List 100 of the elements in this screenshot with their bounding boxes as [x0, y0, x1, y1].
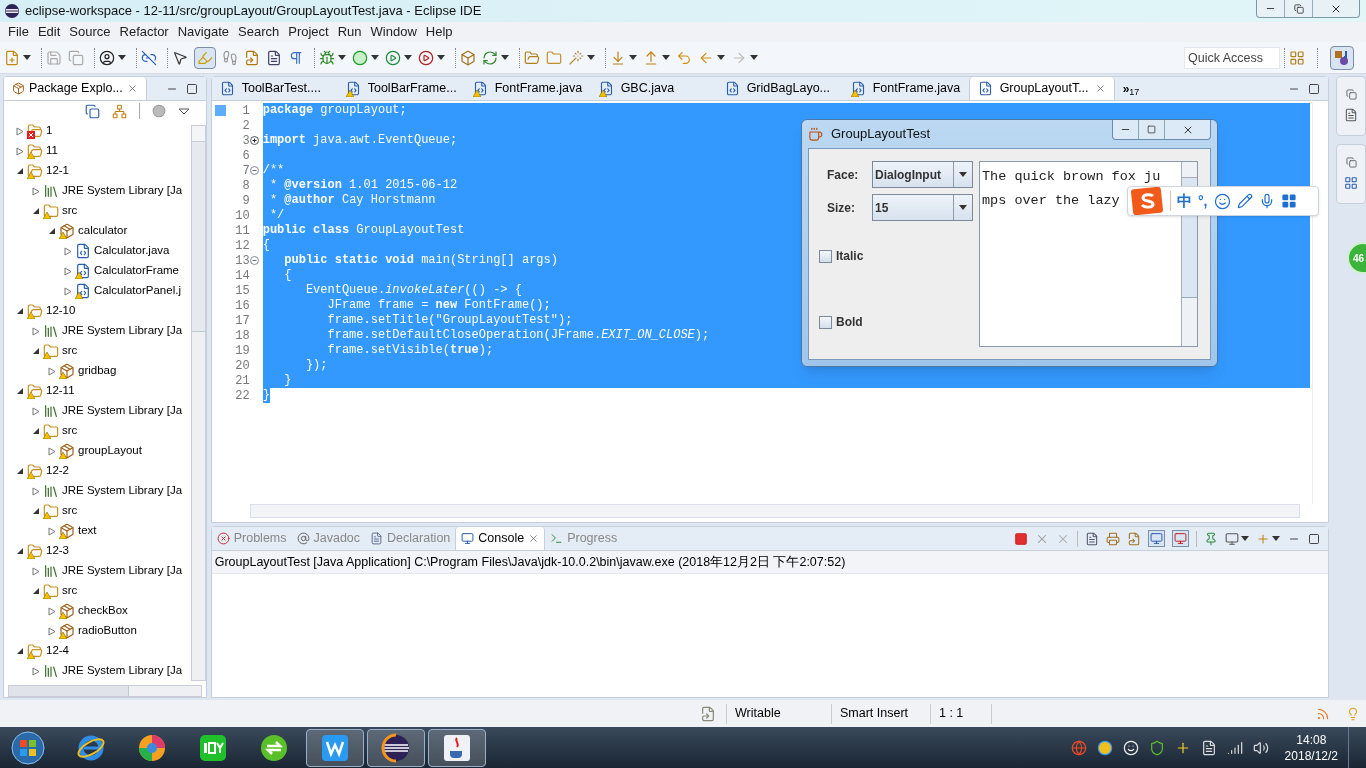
editor-tab[interactable]: GridBagLayo... — [716, 77, 843, 100]
tree-item[interactable]: text — [78, 522, 97, 540]
collapse-triangle-icon[interactable] — [32, 587, 40, 595]
expand-triangle-icon[interactable] — [32, 666, 40, 676]
dropdown-caret-icon[interactable] — [587, 55, 595, 60]
dropdown-caret-icon[interactable] — [629, 55, 637, 60]
editor-tab[interactable]: ToolBarTest.... — [211, 77, 338, 100]
restore-icon[interactable] — [1345, 157, 1357, 168]
view-tab[interactable]: Console — [455, 527, 546, 550]
dropdown-caret-icon[interactable] — [750, 55, 758, 60]
collapse-triangle-icon[interactable] — [16, 387, 24, 395]
user-icon[interactable] — [99, 49, 115, 66]
expand-triangle-icon[interactable] — [48, 606, 56, 616]
tree-item[interactable]: src — [62, 422, 78, 440]
editor-tab[interactable]: ToolBarFrame... — [337, 77, 465, 100]
expand-triangle-icon[interactable] — [64, 266, 72, 276]
tree-item[interactable]: CalculatorPanel.j — [94, 282, 181, 300]
menu-item[interactable]: Edit — [33, 22, 65, 42]
volume-icon[interactable] — [1252, 739, 1269, 756]
expand-triangle-icon[interactable] — [32, 326, 40, 336]
taskbar-app-button[interactable] — [306, 728, 364, 767]
undo-icon[interactable] — [676, 49, 692, 66]
show-error-button[interactable] — [1172, 530, 1190, 547]
pointer-icon[interactable] — [172, 49, 188, 66]
folder-icon[interactable] — [524, 49, 540, 66]
collapse-triangle-icon[interactable] — [16, 467, 24, 475]
menu-item[interactable]: Project — [284, 22, 333, 42]
expand-fold-icon[interactable] — [250, 136, 260, 145]
play-icon[interactable] — [385, 49, 401, 66]
dropdown-caret-icon[interactable] — [338, 55, 346, 60]
display-console-icon[interactable] — [1225, 531, 1240, 546]
open-perspective-icon[interactable] — [1289, 49, 1305, 66]
tree-item[interactable]: 1 — [46, 122, 53, 140]
menu-item[interactable]: Navigate — [173, 22, 233, 42]
expand-triangle-icon[interactable] — [64, 246, 72, 256]
network-icon[interactable] — [1226, 739, 1243, 756]
expand-triangle-icon[interactable] — [48, 626, 56, 636]
dropdown-caret-icon[interactable] — [959, 205, 967, 210]
taskbar-app-button[interactable] — [428, 728, 486, 767]
menu-item[interactable]: Help — [421, 22, 457, 42]
maximize-icon[interactable] — [1308, 82, 1321, 95]
taskbar-app-button[interactable] — [367, 728, 425, 767]
more-tabs-indicator[interactable]: »$_{17}$ — [1122, 79, 1140, 98]
dropdown-caret-icon[interactable] — [23, 55, 31, 60]
java-perspective-button[interactable] — [1330, 45, 1354, 70]
tree-item[interactable]: 12-11 — [46, 382, 75, 400]
dropdown-caret-icon[interactable] — [717, 55, 725, 60]
editor-tab[interactable]: FontFrame.java — [464, 77, 591, 100]
save-icon[interactable] — [46, 49, 62, 66]
dropdown-caret-icon[interactable] — [371, 55, 379, 60]
tree-item[interactable]: groupLayout — [78, 442, 142, 460]
expand-triangle-icon[interactable] — [64, 286, 72, 296]
collapse-triangle-icon[interactable] — [16, 167, 24, 175]
save-all-icon[interactable] — [68, 49, 84, 66]
restore-icon[interactable] — [1345, 89, 1357, 100]
tree-item[interactable]: 12-2 — [46, 462, 70, 480]
tree-item[interactable]: JRE System Library [Ja — [62, 322, 183, 340]
tree-item[interactable]: CalculatorFrame — [94, 262, 179, 280]
expand-triangle-icon[interactable] — [32, 486, 40, 496]
dropdown-caret-icon[interactable] — [437, 55, 445, 60]
collapse-triangle-icon[interactable] — [16, 307, 24, 315]
play-icon[interactable] — [418, 49, 434, 66]
collapse-fold-icon[interactable] — [250, 166, 260, 175]
dropdown-caret-icon[interactable] — [404, 55, 412, 60]
clock[interactable]: 14:08 2018/12/2 — [1284, 731, 1338, 764]
tree-item[interactable]: calculator — [78, 222, 128, 240]
menu-item[interactable]: Source — [65, 22, 115, 42]
footprints-icon[interactable] — [222, 49, 238, 66]
tree-item[interactable]: JRE System Library [Ja — [62, 182, 183, 200]
folder-icon[interactable] — [546, 49, 562, 66]
menu-item[interactable]: Window — [366, 22, 421, 42]
expand-triangle-icon[interactable] — [48, 446, 56, 456]
pilcrow-icon[interactable] — [288, 49, 304, 66]
collapse-fold-icon[interactable] — [250, 256, 260, 265]
tree-item[interactable]: src — [62, 342, 78, 360]
dropdown-caret-icon[interactable] — [118, 55, 126, 60]
shield-icon[interactable] — [1148, 739, 1165, 756]
tree-item[interactable]: gridbag — [78, 362, 117, 380]
face-dropdown[interactable]: DialogInput — [872, 161, 973, 188]
pin-icon[interactable] — [1204, 531, 1219, 546]
view-menu-icon[interactable] — [177, 107, 190, 115]
maximize-icon[interactable] — [185, 82, 198, 95]
dropdown-caret-icon[interactable] — [1272, 536, 1281, 541]
package-explorer-tab[interactable]: Package Explo... — [4, 77, 147, 100]
tree-item[interactable]: checkBox — [78, 602, 128, 620]
editor-tab[interactable]: FontFrame.java — [842, 77, 969, 100]
editor-tab[interactable]: GBC.java — [590, 77, 717, 100]
tree-item[interactable]: 12-10 — [46, 302, 76, 320]
dropdown-caret-icon[interactable] — [501, 55, 509, 60]
document-icon[interactable] — [266, 49, 282, 66]
close-icon[interactable] — [528, 533, 540, 544]
show-output-button[interactable] — [1148, 530, 1166, 547]
collapse-triangle-icon[interactable] — [48, 227, 56, 235]
editor-tab[interactable]: GroupLayoutT... — [968, 77, 1115, 100]
toolbox-icon[interactable] — [1280, 193, 1297, 209]
close-icon[interactable] — [126, 83, 138, 94]
tree-item[interactable]: src — [62, 202, 78, 220]
box-icon[interactable] — [460, 49, 476, 66]
close-icon[interactable] — [1094, 83, 1106, 94]
tree-item[interactable]: 12-3 — [46, 542, 70, 560]
